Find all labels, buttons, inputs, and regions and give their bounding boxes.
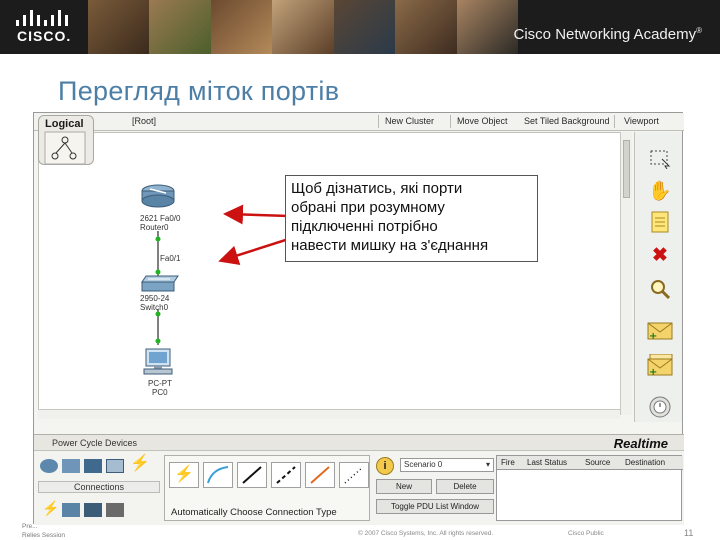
bottom-panel: Power Cycle Devices Realtime ⚡ Connectio… [34, 434, 684, 525]
move-object-button[interactable]: Move Object [457, 116, 508, 126]
phone-cable-button[interactable] [339, 462, 369, 488]
power-cycle-bar: Power Cycle Devices Realtime [34, 435, 684, 451]
device-category-row: ⚡ [38, 499, 160, 521]
explanation-callout: Щоб дізнатись, які порти обрані при розу… [285, 175, 538, 262]
info-icon[interactable]: i [376, 457, 394, 475]
power-cycle-devices-button[interactable]: Power Cycle Devices [52, 438, 137, 448]
router-icon[interactable] [141, 184, 175, 208]
auto-connection-type-button[interactable]: ⚡ [169, 462, 199, 488]
network-tree-icon [44, 131, 86, 165]
page-number: 11 [684, 528, 694, 538]
callout-line: підключенні потрібно [291, 218, 438, 235]
fiber-cable-button[interactable] [305, 462, 335, 488]
cisco-logo: CISCO. [14, 10, 74, 44]
connections-label: Connections [38, 481, 160, 493]
tiled-background-button[interactable]: Set Tiled Background [524, 116, 610, 126]
callout-line: навести мишку на з'єднання [291, 237, 489, 254]
callout-line: Щоб дізнатись, які порти [291, 180, 463, 197]
simulation-clock-icon[interactable] [647, 394, 673, 420]
footer-copyright: © 2007 Cisco Systems, Inc. All rights re… [358, 530, 494, 537]
connection-type-hint: Automatically Choose Connection Type [171, 507, 337, 518]
end-device-category-icon[interactable] [62, 503, 80, 517]
academy-brand: Cisco Networking Academy® [513, 26, 702, 43]
switch-port-label: Fa0/1 [160, 254, 181, 263]
router-name-label: Router0 [140, 223, 169, 232]
viewport-button[interactable]: Viewport [624, 116, 659, 126]
pc-model-label: PC-PT [148, 379, 172, 388]
new-scenario-button[interactable]: New [376, 479, 432, 494]
connection-types-panel: ⚡ Automatically Choose Connection Type [164, 455, 370, 521]
note-icon[interactable] [647, 209, 673, 235]
footer-presentation-id: Pre... Relies Session [22, 523, 65, 539]
add-complex-pdu-icon[interactable]: + [647, 352, 673, 378]
cisco-logo-text: CISCO. [17, 28, 72, 44]
header-banner: CISCO. Cisco Networking Academy® [0, 0, 720, 54]
callout-line: обрані при розумному [291, 199, 445, 216]
toggle-pdu-list-button[interactable]: Toggle PDU List Window [376, 499, 494, 514]
link-status-light [155, 236, 161, 242]
pdu-table-header: Fire Last Status Source Destination [497, 456, 683, 470]
hub-category-icon[interactable] [84, 459, 102, 473]
footer-classification: Cisco Public [568, 530, 604, 537]
wireless-category-icon[interactable] [106, 459, 124, 473]
router-category-icon[interactable] [40, 459, 58, 473]
switch-category-icon[interactable] [62, 459, 80, 473]
auto-connection-icon[interactable]: ⚡ [42, 501, 60, 515]
custom-device-category-icon[interactable] [106, 503, 124, 517]
select-icon[interactable] [647, 146, 673, 172]
add-simple-pdu-icon[interactable]: + [647, 318, 673, 344]
scenario-panel: i Scenario 0 ▾ New Delete Toggle PDU List… [374, 455, 494, 521]
wan-emulation-category-icon[interactable] [84, 503, 102, 517]
root-breadcrumb[interactable]: [Root] [132, 116, 156, 126]
pdu-column-header[interactable]: Last Status [527, 458, 567, 467]
straight-through-cable-button[interactable] [237, 462, 267, 488]
switch-model-label: 2950-24 [140, 294, 170, 303]
router-port-label: 2621 Fa0/0 [140, 214, 181, 223]
tool-palette: ✋ ✖ + + [634, 132, 682, 422]
realtime-mode-tab[interactable]: Realtime [614, 436, 668, 451]
workspace-vertical-scrollbar[interactable] [620, 132, 632, 415]
hand-icon[interactable]: ✋ [647, 178, 673, 204]
chevron-down-icon: ▾ [485, 460, 490, 469]
packet-tracer-window: [Root] New Cluster Move Object Set Tiled… [33, 112, 684, 525]
connections-category-icon[interactable]: ⚡ [130, 456, 150, 472]
header-photos [88, 0, 518, 54]
scenario-select[interactable]: Scenario 0 ▾ [400, 458, 494, 472]
page-title: Перегляд міток портів [58, 76, 340, 106]
console-cable-button[interactable] [203, 462, 233, 488]
pdu-list-table: Fire Last Status Source Destination [496, 455, 683, 521]
device-category-row: ⚡ [38, 455, 160, 477]
svg-text:+: + [649, 331, 657, 341]
cisco-bars-icon [16, 10, 70, 26]
logical-tab-label: Logical [45, 118, 84, 130]
pdu-column-header[interactable]: Destination [625, 458, 665, 467]
link-status-light [155, 311, 161, 317]
new-cluster-button[interactable]: New Cluster [385, 116, 434, 126]
link-status-light [155, 269, 161, 275]
pc-name-label: PC0 [152, 388, 168, 397]
logical-tab[interactable]: Logical [38, 115, 94, 165]
switch-name-label: Switch0 [140, 303, 169, 312]
workspace-toolbar: [Root] New Cluster Move Object Set Tiled… [34, 113, 684, 131]
crossover-cable-button[interactable] [271, 462, 301, 488]
inspect-icon[interactable] [647, 276, 673, 302]
pdu-column-header[interactable]: Source [585, 458, 610, 467]
delete-scenario-button[interactable]: Delete [436, 479, 494, 494]
delete-icon[interactable]: ✖ [647, 242, 673, 268]
device-categories: ⚡ Connections ⚡ [38, 455, 160, 523]
pc-icon[interactable] [143, 348, 173, 375]
switch-icon[interactable] [141, 275, 179, 292]
link-status-light [155, 338, 161, 344]
pdu-column-header[interactable]: Fire [501, 458, 515, 467]
svg-text:+: + [649, 367, 657, 376]
